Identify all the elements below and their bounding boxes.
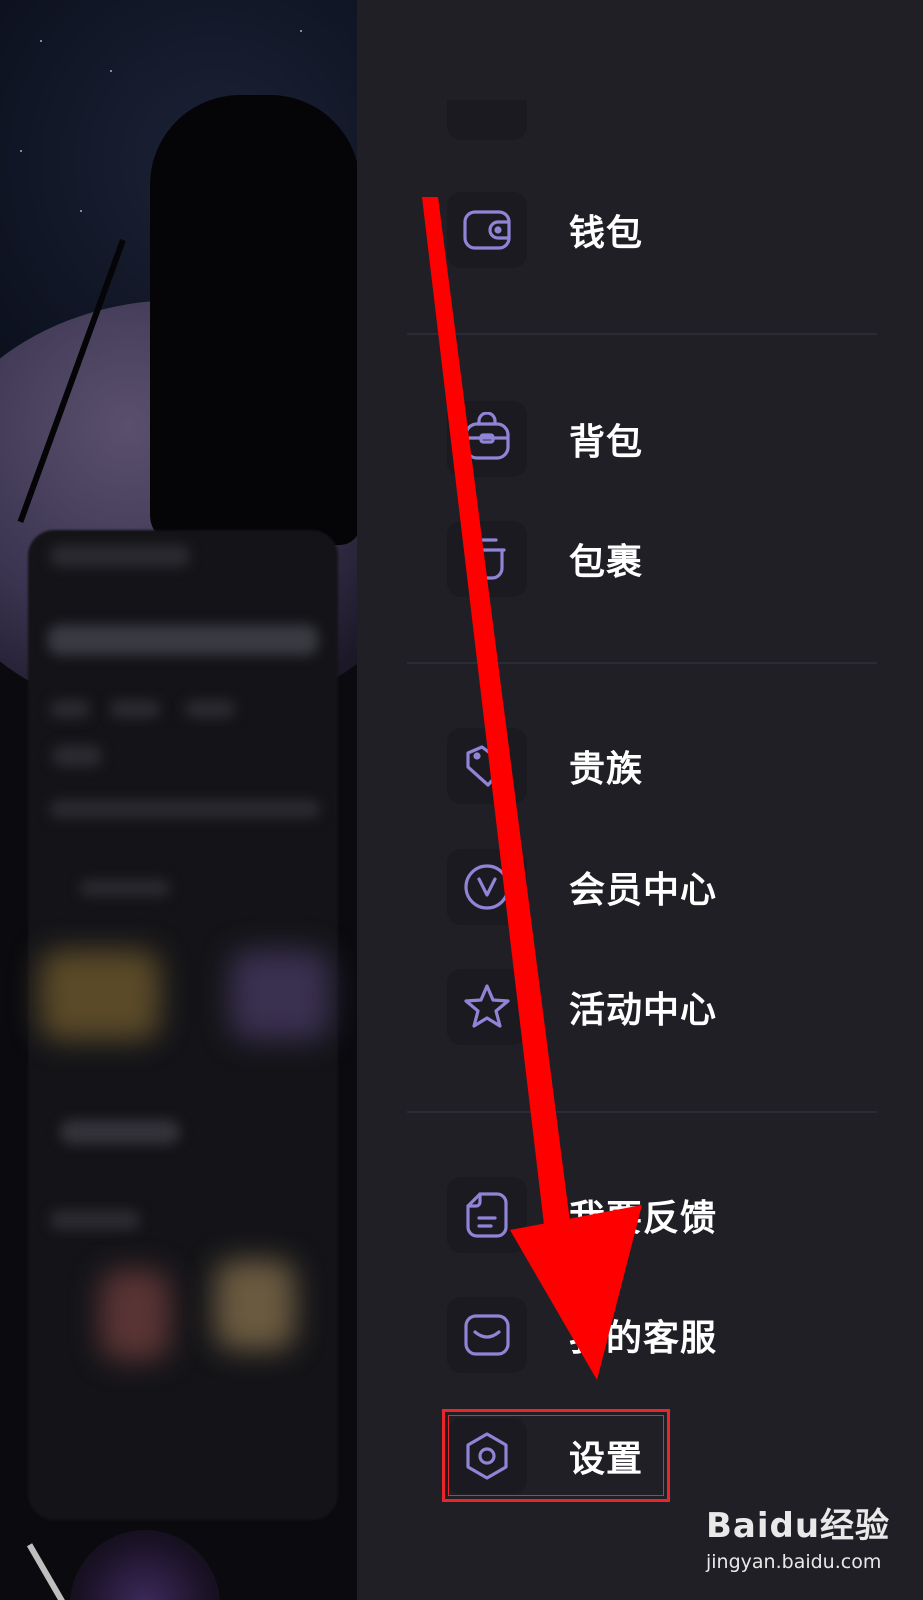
star-icon: [447, 969, 527, 1045]
baidu-jingyan-watermark: Baidu经验 jingyan.baidu.com: [706, 1498, 906, 1588]
menu-label: 包裹: [569, 542, 644, 583]
menu-item-nobility[interactable]: 贵族: [447, 728, 907, 804]
watermark-logo-text: Baidu经验: [706, 1506, 891, 1546]
menu-item-vip-center[interactable]: 会员中心: [447, 849, 907, 925]
tonearm-image: [26, 1543, 68, 1600]
feedback-doc-icon: [447, 1177, 527, 1253]
wallet-icon: [447, 192, 527, 268]
menu-label: 背包: [569, 422, 644, 463]
menu-label: 我的客服: [569, 1318, 718, 1359]
tag-icon: [447, 728, 527, 804]
partial-item-top: [447, 100, 527, 140]
customer-service-mail-icon: [447, 1297, 527, 1373]
vinyl-record-image: [70, 1530, 220, 1600]
menu-label: 会员中心: [569, 870, 718, 911]
menu-item-package[interactable]: 包裹: [447, 521, 907, 597]
menu-item-customer-service[interactable]: 我的客服: [447, 1297, 907, 1373]
menu-item-feedback[interactable]: 我要反馈: [447, 1177, 907, 1253]
divider: [407, 1111, 877, 1113]
menu-item-wallet[interactable]: 钱包: [447, 192, 907, 268]
menu-item-activity-center[interactable]: 活动中心: [447, 969, 907, 1045]
menu-label: 贵族: [569, 749, 644, 790]
divider: [407, 333, 877, 335]
menu-item-backpack[interactable]: 背包: [447, 401, 907, 477]
menu-label: 钱包: [569, 213, 644, 254]
singer-head-silhouette: [215, 95, 325, 215]
divider: [407, 662, 877, 664]
package-icon: [447, 521, 527, 597]
vip-v-icon: [447, 849, 527, 925]
watermark-url: jingyan.baidu.com: [706, 1551, 882, 1573]
backpack-icon: [447, 401, 527, 477]
side-drawer-menu: 钱包 背包 包裹 贵族 会员中心 活动中心 我要反馈 我的客服 设置: [357, 0, 923, 1600]
background-page: [0, 0, 357, 1600]
menu-label: 活动中心: [569, 990, 718, 1031]
settings-highlight-box: [442, 1409, 670, 1502]
menu-label: 我要反馈: [569, 1198, 718, 1239]
